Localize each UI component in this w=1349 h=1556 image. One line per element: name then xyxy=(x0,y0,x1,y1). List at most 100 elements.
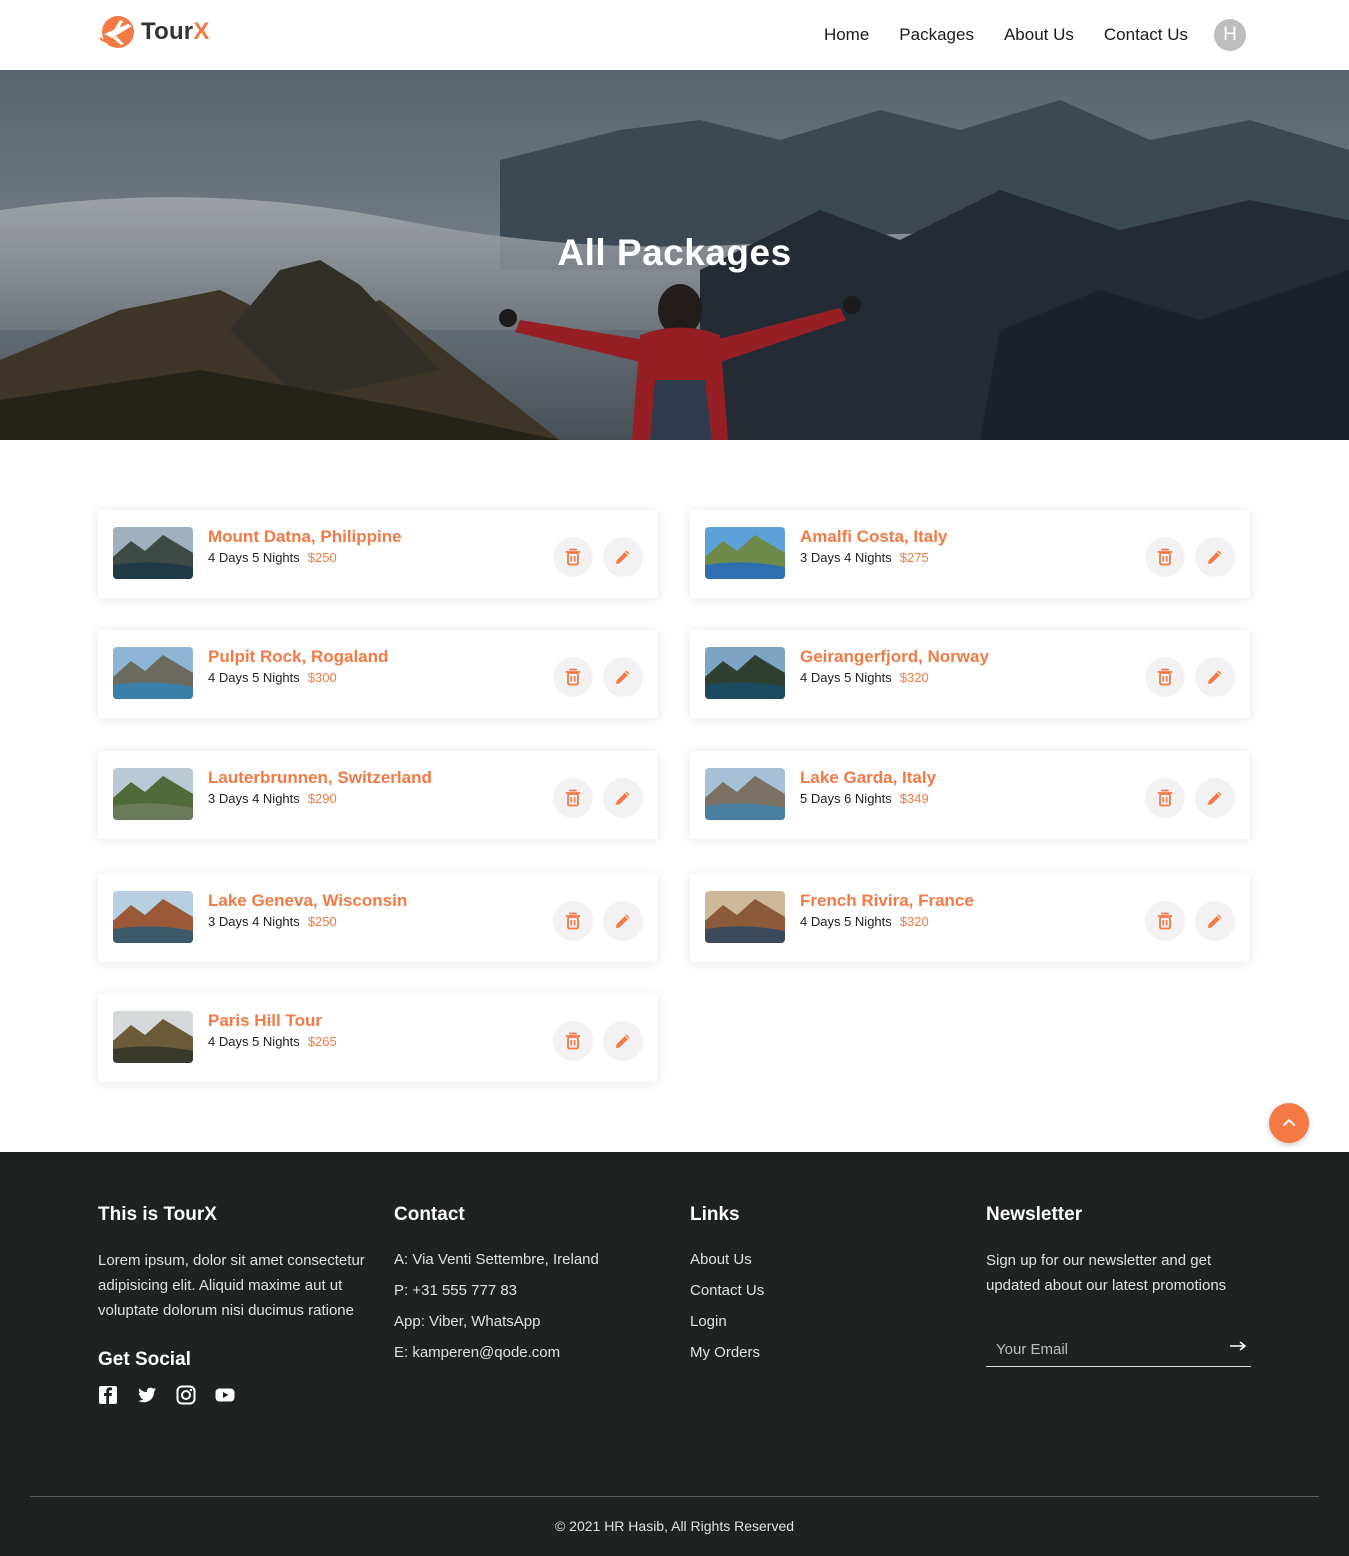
package-title[interactable]: Lake Garda, Italy xyxy=(800,768,936,788)
newsletter-text: Sign up for our newsletter and get updat… xyxy=(986,1252,1227,1294)
package-price: $250 xyxy=(307,550,337,565)
package-card: Mount Datna, Philippine 4 Days 5 Nights $2… xyxy=(98,510,658,598)
edit-package-button[interactable] xyxy=(603,901,643,941)
edit-package-button[interactable] xyxy=(603,778,643,818)
package-title[interactable]: Geirangerfjord, Norway xyxy=(800,647,989,667)
newsletter-email-input[interactable] xyxy=(986,1334,1206,1364)
package-title[interactable]: Amalfi Costa, Italy xyxy=(800,527,947,547)
package-thumbnail xyxy=(113,891,193,943)
footer-links-heading: Links xyxy=(690,1204,740,1225)
footer-links: Links About Us Contact Us Login My Order… xyxy=(690,1204,960,1368)
nav-packages[interactable]: Packages xyxy=(899,19,974,51)
scroll-to-top-button[interactable] xyxy=(1269,1103,1309,1143)
copyright-text: © 2021 HR Hasib, All Rights Reserved xyxy=(554,1518,795,1534)
pencil-icon xyxy=(1208,791,1222,805)
package-duration: 5 Days 6 Nights xyxy=(800,791,892,806)
delete-package-button[interactable] xyxy=(1145,537,1185,577)
trash-icon xyxy=(1157,668,1173,686)
package-price: $320 xyxy=(899,914,929,929)
pencil-icon xyxy=(616,550,630,564)
footer-about-text: Lorem ipsum, dolor sit amet consectetur … xyxy=(98,1252,365,1319)
package-title[interactable]: Lake Geneva, Wisconsin xyxy=(208,891,407,911)
brand-name: Tour xyxy=(141,18,194,45)
package-title[interactable]: Pulpit Rock, Rogaland xyxy=(208,647,388,667)
youtube-icon[interactable] xyxy=(215,1385,235,1405)
delete-package-button[interactable] xyxy=(1145,657,1185,697)
trash-icon xyxy=(1157,548,1173,566)
delete-package-button[interactable] xyxy=(553,901,593,941)
package-card: Lauterbrunnen, Switzerland 3 Days 4 Night… xyxy=(98,751,658,839)
contact-phone: P: +31 555 777 83 xyxy=(394,1282,518,1299)
delete-package-button[interactable] xyxy=(1145,901,1185,941)
package-thumbnail xyxy=(113,1011,193,1063)
footer-link-my-orders[interactable]: My Orders xyxy=(690,1337,960,1368)
delete-package-button[interactable] xyxy=(1145,778,1185,818)
pencil-icon xyxy=(616,670,630,684)
package-duration: 4 Days 5 Nights xyxy=(208,670,300,685)
package-duration: 3 Days 4 Nights xyxy=(208,914,300,929)
footer-link-login[interactable]: Login xyxy=(690,1306,960,1337)
package-price: $250 xyxy=(307,914,337,929)
nav-home[interactable]: Home xyxy=(824,19,869,51)
package-price: $265 xyxy=(307,1034,337,1049)
site-footer: This is TourX Lorem ipsum, dolor sit ame… xyxy=(0,1152,1349,1556)
pencil-icon xyxy=(616,1034,630,1048)
contact-apps: App: Viber, WhatsApp xyxy=(394,1313,541,1330)
twitter-icon[interactable] xyxy=(137,1385,157,1405)
edit-package-button[interactable] xyxy=(603,657,643,697)
edit-package-button[interactable] xyxy=(1195,657,1235,697)
package-title[interactable]: Mount Datna, Philippine xyxy=(208,527,402,547)
edit-package-button[interactable] xyxy=(1195,901,1235,941)
instagram-icon[interactable] xyxy=(176,1385,196,1405)
nav-contact-us[interactable]: Contact Us xyxy=(1104,19,1188,51)
package-duration: 4 Days 5 Nights xyxy=(800,914,892,929)
trash-icon xyxy=(565,668,581,686)
user-avatar[interactable]: H xyxy=(1214,19,1246,51)
delete-package-button[interactable] xyxy=(553,1021,593,1061)
package-thumbnail xyxy=(113,647,193,699)
footer-link-contact-us[interactable]: Contact Us xyxy=(690,1275,960,1306)
edit-package-button[interactable] xyxy=(603,537,643,577)
package-card: Pulpit Rock, Rogaland 4 Days 5 Nights $300 xyxy=(98,630,658,718)
package-title[interactable]: Lauterbrunnen, Switzerland xyxy=(208,768,432,788)
footer-link-about-us[interactable]: About Us xyxy=(690,1244,960,1275)
package-thumbnail xyxy=(705,647,785,699)
package-thumbnail xyxy=(113,768,193,820)
footer-about: This is TourX Lorem ipsum, dolor sit ame… xyxy=(98,1204,368,1405)
nav-about-us[interactable]: About Us xyxy=(1004,19,1074,51)
package-title[interactable]: Paris Hill Tour xyxy=(208,1011,322,1031)
edit-package-button[interactable] xyxy=(603,1021,643,1061)
chevron-up-icon xyxy=(1283,1118,1295,1126)
edit-package-button[interactable] xyxy=(1195,778,1235,818)
delete-package-button[interactable] xyxy=(553,657,593,697)
edit-package-button[interactable] xyxy=(1195,537,1235,577)
footer-about-heading: This is TourX xyxy=(98,1204,217,1225)
package-card: Lake Geneva, Wisconsin 3 Days 4 Nights $25… xyxy=(98,874,658,962)
package-price: $290 xyxy=(307,791,337,806)
brand-logo[interactable]: TourX xyxy=(98,14,210,50)
footer-divider xyxy=(30,1496,1319,1497)
contact-address: A: Via Venti Settembre, Ireland xyxy=(394,1251,599,1268)
facebook-icon[interactable] xyxy=(98,1385,118,1405)
package-thumbnail xyxy=(705,891,785,943)
package-card: Amalfi Costa, Italy 3 Days 4 Nights $275 xyxy=(690,510,1250,598)
page-title: All Packages xyxy=(557,232,792,273)
package-duration: 4 Days 5 Nights xyxy=(208,1034,300,1049)
package-duration: 3 Days 4 Nights xyxy=(800,550,892,565)
package-price: $320 xyxy=(899,670,929,685)
package-title[interactable]: French Rivira, France xyxy=(800,891,974,911)
contact-email[interactable]: E: kamperen@qode.com xyxy=(394,1337,664,1368)
site-header: TourX Home Packages About Us Contact Us … xyxy=(0,0,1349,70)
footer-contact-heading: Contact xyxy=(394,1204,465,1225)
arrow-right-icon[interactable] xyxy=(1229,1339,1247,1353)
trash-icon xyxy=(565,789,581,807)
delete-package-button[interactable] xyxy=(553,778,593,818)
footer-newsletter: Newsletter Sign up for our newsletter an… xyxy=(986,1204,1251,1298)
pencil-icon xyxy=(1208,914,1222,928)
newsletter-form xyxy=(986,1334,1251,1367)
package-thumbnail xyxy=(113,527,193,579)
delete-package-button[interactable] xyxy=(553,537,593,577)
footer-contact: Contact A: Via Venti Settembre, Ireland … xyxy=(394,1204,664,1368)
package-price: $300 xyxy=(307,670,337,685)
package-thumbnail xyxy=(705,527,785,579)
